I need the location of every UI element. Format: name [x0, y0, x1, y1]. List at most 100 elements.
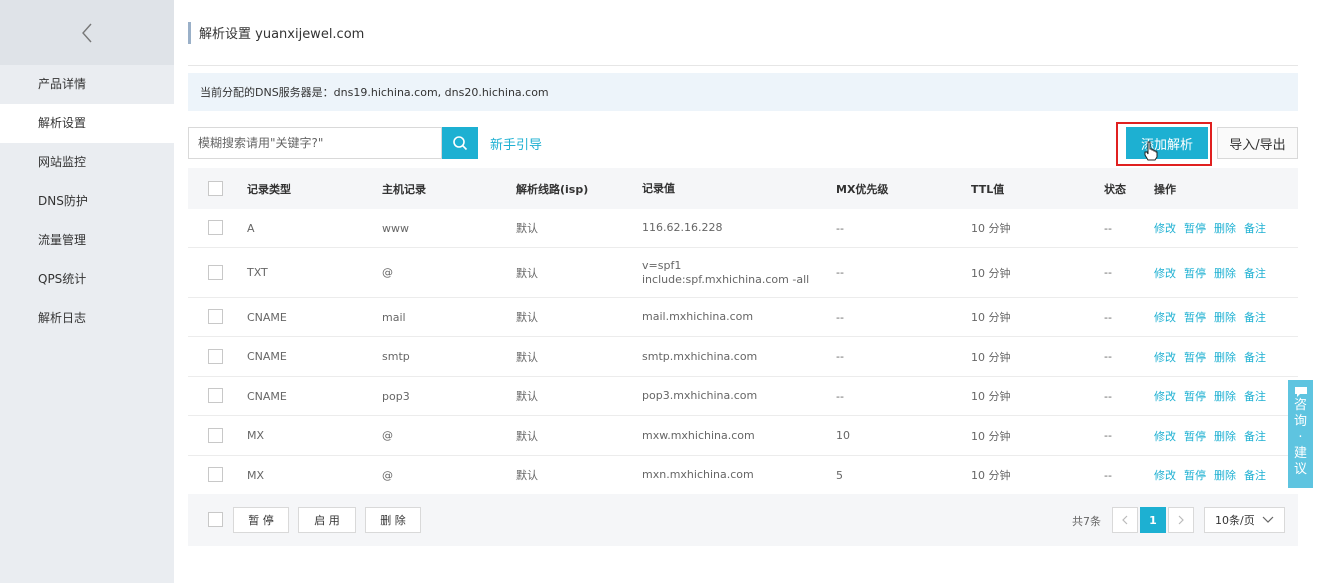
chevron-right-icon	[1178, 515, 1184, 525]
search-button[interactable]	[442, 127, 478, 159]
sidebar-item[interactable]: 解析设置	[0, 104, 174, 143]
page-size-value: 10条/页	[1215, 514, 1255, 527]
row-checkbox[interactable]	[208, 348, 223, 364]
note-link[interactable]: 备注	[1244, 428, 1266, 444]
row-checkbox[interactable]	[208, 467, 223, 482]
delete-link[interactable]: 删除	[1214, 220, 1236, 236]
edit-link[interactable]: 修改	[1154, 467, 1176, 483]
sidebar-item[interactable]: QPS统计	[0, 260, 174, 299]
chat-icon	[1294, 387, 1307, 397]
dns-server-info: 当前分配的DNS服务器是：dns19.hichina.com, dns20.hi…	[188, 73, 1298, 111]
note-link[interactable]: 备注	[1244, 388, 1266, 404]
hand-cursor-icon	[1144, 141, 1158, 161]
resolution-line: 默认	[516, 311, 538, 324]
table-row: Awww 默认 116.62.16.228 -- 10 分钟 -- 修改 暂停 删除 备注	[188, 209, 1298, 248]
row-actions: 修改 暂停 删除 备注	[1154, 456, 1274, 494]
note-link[interactable]: 备注	[1244, 467, 1266, 483]
ttl-value: 10 分钟	[971, 350, 1011, 364]
pause-link[interactable]: 暂停	[1184, 349, 1206, 365]
sidebar-item[interactable]: 解析日志	[0, 299, 174, 338]
record-value: smtp.mxhichina.com	[642, 349, 758, 363]
record-status: --	[1104, 266, 1112, 279]
page-number-button[interactable]: 1	[1140, 507, 1166, 533]
delete-link[interactable]: 删除	[1214, 349, 1236, 365]
delete-link[interactable]: 删除	[1214, 265, 1236, 281]
row-checkbox[interactable]	[208, 264, 223, 280]
pause-link[interactable]: 暂停	[1184, 265, 1206, 281]
resolution-line: 默认	[516, 390, 538, 403]
beginner-guide-link[interactable]: 新手引导	[490, 134, 542, 153]
prev-page-button[interactable]	[1112, 507, 1138, 533]
pause-link[interactable]: 暂停	[1184, 467, 1206, 483]
edit-link[interactable]: 修改	[1154, 265, 1176, 281]
sidebar: 产品详情 解析设置 网站监控 DNS防护 流量管理 QPS统计 解析日志	[0, 0, 174, 583]
delete-link[interactable]: 删除	[1214, 467, 1236, 483]
table-row: TXT @ 默认 v=spf1 include:spf.mxhichina.com -…	[188, 248, 1298, 298]
record-type: MX	[247, 468, 265, 482]
note-link[interactable]: 备注	[1244, 309, 1266, 325]
record-status: --	[1104, 350, 1112, 363]
pause-link[interactable]: 暂停	[1184, 388, 1206, 404]
import-export-button[interactable]: 导入/导出	[1217, 127, 1298, 159]
row-actions: 修改 暂停 删除 备注	[1154, 209, 1274, 247]
host-record: @	[382, 266, 393, 279]
page-size-select[interactable]: 10条/页	[1204, 507, 1285, 533]
column-header: MX优先级	[836, 182, 889, 196]
enable-button[interactable]: 启 用	[298, 507, 356, 533]
pause-link[interactable]: 暂停	[1184, 309, 1206, 325]
pause-button[interactable]: 暂 停	[233, 507, 289, 533]
total-count: 共7条	[1072, 515, 1101, 528]
pause-link[interactable]: 暂停	[1184, 428, 1206, 444]
ttl-value: 10 分钟	[971, 390, 1011, 403]
sidebar-item[interactable]: DNS防护	[0, 182, 174, 221]
chevron-left-icon	[1122, 515, 1128, 525]
resolution-line: 默认	[516, 266, 538, 280]
row-checkbox[interactable]	[208, 427, 223, 443]
search-input[interactable]	[189, 128, 443, 158]
row-checkbox[interactable]	[208, 388, 223, 403]
resolution-line: 默认	[516, 429, 538, 443]
delete-link[interactable]: 删除	[1214, 309, 1236, 325]
select-all-checkbox[interactable]	[208, 180, 223, 196]
edit-link[interactable]: 修改	[1154, 349, 1176, 365]
record-status: --	[1104, 429, 1112, 442]
edit-link[interactable]: 修改	[1154, 388, 1176, 404]
record-value: pop3.mxhichina.com	[642, 389, 758, 402]
sidebar-item[interactable]: 产品详情	[0, 65, 174, 104]
mx-priority: --	[836, 389, 844, 403]
chevron-down-icon	[1262, 516, 1274, 523]
note-link[interactable]: 备注	[1244, 349, 1266, 365]
table-body: Awww 默认 116.62.16.228 -- 10 分钟 -- 修改 暂停 删除 备注 TXT @…	[188, 209, 1298, 495]
record-status: --	[1104, 310, 1112, 324]
feedback-tab[interactable]: 咨询·建议	[1288, 380, 1313, 488]
footer-select-all-checkbox[interactable]	[208, 512, 223, 527]
record-type: MX	[247, 429, 265, 442]
delete-link[interactable]: 删除	[1214, 388, 1236, 404]
host-record: pop3	[382, 389, 410, 403]
chevron-left-icon	[82, 23, 92, 42]
edit-link[interactable]: 修改	[1154, 309, 1176, 325]
column-header: 记录值	[642, 181, 675, 195]
sidebar-collapse-button[interactable]	[0, 0, 174, 65]
delete-button[interactable]: 删 除	[365, 507, 421, 533]
note-link[interactable]: 备注	[1244, 220, 1266, 236]
row-actions: 修改 暂停 删除 备注	[1154, 298, 1274, 336]
toolbar: 新手引导 添加解析 导入/导出	[188, 111, 1298, 174]
pause-link[interactable]: 暂停	[1184, 220, 1206, 236]
note-link[interactable]: 备注	[1244, 265, 1266, 281]
column-header: 记录类型	[247, 182, 291, 196]
table-row: MX @ 默认 mxn.mxhichina.com 5 10 分钟 -- 修改 暂停 删除 备注	[188, 456, 1298, 495]
delete-link[interactable]: 删除	[1214, 428, 1236, 444]
row-checkbox[interactable]	[208, 309, 223, 324]
row-checkbox[interactable]	[208, 220, 223, 235]
ttl-value: 10 分钟	[971, 222, 1011, 235]
record-value: mail.mxhichina.com	[642, 310, 754, 323]
table-header: 记录类型 主机记录 解析线路(isp) 记录值 MX优先级 TTL值 状态 操作	[188, 168, 1298, 209]
next-page-button[interactable]	[1168, 507, 1194, 533]
edit-link[interactable]: 修改	[1154, 220, 1176, 236]
add-record-button[interactable]: 添加解析	[1126, 127, 1208, 159]
sidebar-item[interactable]: 流量管理	[0, 221, 174, 260]
sidebar-item[interactable]: 网站监控	[0, 143, 174, 182]
edit-link[interactable]: 修改	[1154, 428, 1176, 444]
column-header: TTL值	[971, 182, 1005, 196]
